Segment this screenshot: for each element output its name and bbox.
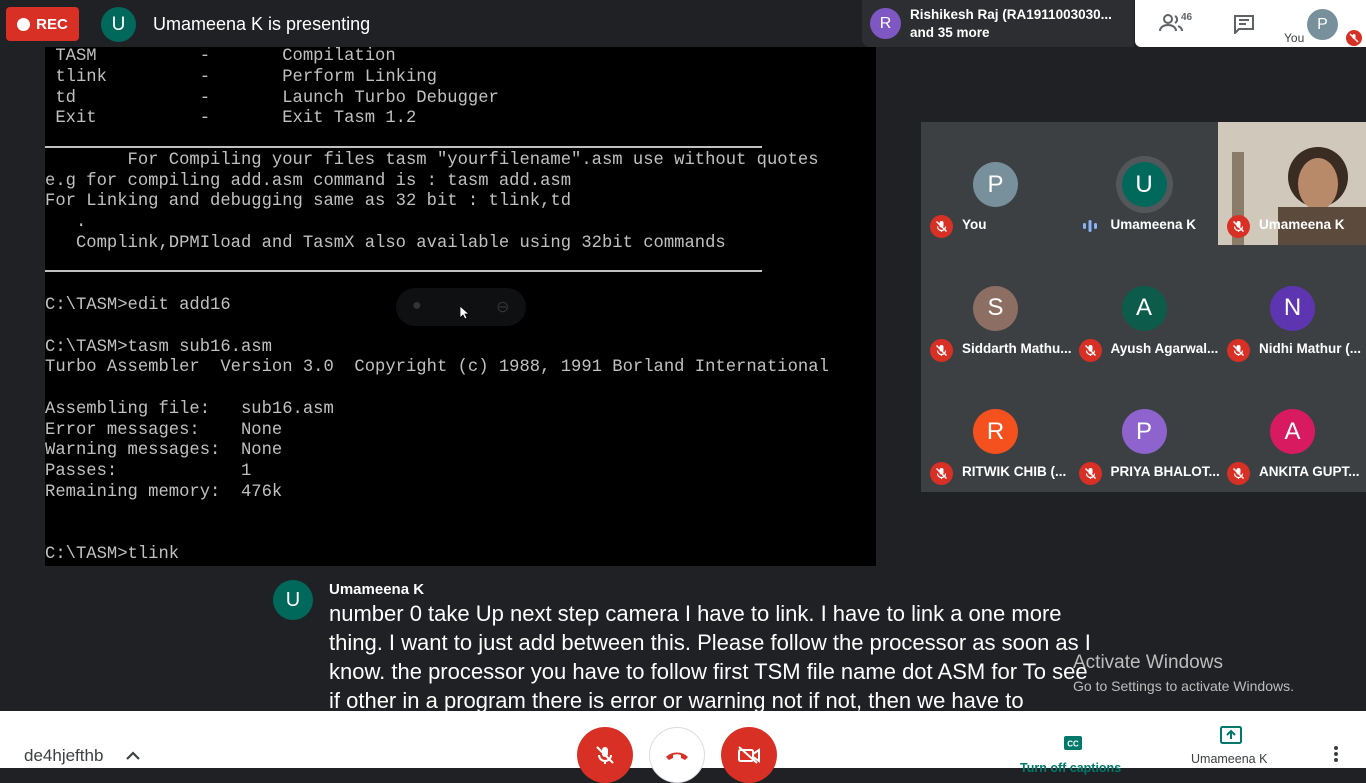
participant-name: Umameena K bbox=[1259, 217, 1345, 232]
present-icon bbox=[1220, 726, 1242, 744]
self-avatar[interactable]: P bbox=[1307, 9, 1338, 40]
participant-avatar: S bbox=[973, 285, 1018, 331]
leave-call-button[interactable] bbox=[649, 727, 705, 783]
mic-off-indicator bbox=[1227, 462, 1250, 485]
participant-tile[interactable]: Umameena K bbox=[1218, 122, 1366, 245]
caption-speaker-name: Umameena K bbox=[329, 581, 425, 598]
participant-name: Ayush Agarwal... bbox=[1110, 340, 1219, 356]
mic-off-icon bbox=[936, 221, 947, 232]
remove-icon[interactable]: ⊖ bbox=[496, 297, 509, 317]
participant-avatar: P bbox=[1121, 409, 1167, 454]
self-label: You bbox=[1284, 31, 1305, 45]
participant-name: PRIYA BHALOT... bbox=[1110, 464, 1220, 479]
participant-tile[interactable]: N Nidhi Mathur (... bbox=[1218, 246, 1366, 369]
mouse-cursor bbox=[459, 305, 471, 325]
captions-icon: CC bbox=[1064, 736, 1082, 750]
presenting-button[interactable] bbox=[1220, 726, 1242, 749]
participant-avatar: A bbox=[1121, 285, 1167, 331]
record-dot-icon bbox=[17, 17, 31, 31]
participant-name: RITWIK CHIB (... bbox=[962, 464, 1067, 479]
mic-off-indicator bbox=[930, 215, 953, 238]
mic-off-icon bbox=[936, 344, 947, 356]
participant-name: Nidhi Mathur (... bbox=[1259, 340, 1361, 356]
windows-activation-watermark: Activate Windows Go to Settings to activ… bbox=[1073, 652, 1294, 694]
participant-grid: P You U Umameena K Umameena K S Siddarth Mathu… bbox=[921, 122, 1366, 492]
chevron-up-icon bbox=[126, 751, 140, 760]
mic-off-icon bbox=[1233, 344, 1244, 356]
rec-label: REC bbox=[36, 15, 68, 33]
mic-off-indicator bbox=[930, 338, 953, 362]
terminal-divider bbox=[45, 270, 762, 272]
watermark-subtitle: Go to Settings to activate Windows. bbox=[1073, 678, 1294, 694]
participant-avatar: P bbox=[973, 162, 1018, 207]
camera-off-icon bbox=[738, 746, 760, 764]
more-options-button[interactable] bbox=[1333, 745, 1339, 768]
participant-name: ANKITA GUPT... bbox=[1259, 464, 1360, 479]
chat-icon bbox=[1234, 15, 1254, 36]
mic-toggle-button[interactable] bbox=[577, 727, 633, 783]
presenting-label: Umameena K bbox=[1191, 752, 1268, 766]
participant-name: Umameena K bbox=[1110, 217, 1197, 232]
captions-button[interactable]: CC bbox=[1063, 735, 1083, 756]
mic-off-indicator bbox=[930, 462, 953, 485]
meeting-code[interactable]: de4hjefthb bbox=[24, 746, 103, 766]
participant-tile[interactable]: A Ayush Agarwal... bbox=[1070, 246, 1218, 369]
presenting-text: Umameena K is presenting bbox=[153, 14, 371, 34]
mic-off-icon bbox=[1349, 33, 1359, 43]
mic-off-icon bbox=[1084, 468, 1096, 479]
caption-speaker-avatar: U bbox=[273, 580, 313, 620]
joiner-avatar: R bbox=[870, 8, 901, 39]
participant-tile[interactable]: U Umameena K bbox=[1070, 122, 1218, 245]
participant-avatar: R bbox=[973, 409, 1018, 454]
end-call-icon bbox=[666, 752, 688, 760]
participant-name: You bbox=[962, 217, 987, 232]
mic-off-icon bbox=[936, 468, 947, 479]
participant-count: 46 bbox=[1181, 12, 1193, 23]
self-mic-off bbox=[1346, 30, 1362, 46]
chat-button[interactable] bbox=[1233, 14, 1255, 39]
meeting-details-toggle[interactable] bbox=[125, 748, 141, 766]
mic-off-indicator bbox=[1227, 338, 1250, 362]
participant-avatar: A bbox=[1270, 409, 1315, 454]
mic-off-indicator bbox=[1078, 338, 1102, 362]
more-vert-icon bbox=[1334, 746, 1338, 762]
join-notification-text: Rishikesh Raj (RA1911003030... and 35 mo… bbox=[910, 6, 1112, 42]
participant-tile[interactable]: R RITWIK CHIB (... bbox=[921, 369, 1069, 492]
participant-tile[interactable]: A ANKITA GUPT... bbox=[1218, 369, 1366, 492]
pin-icon[interactable]: ● bbox=[412, 297, 422, 315]
mic-off-icon bbox=[1233, 468, 1244, 479]
mic-off-indicator bbox=[1227, 215, 1250, 238]
svg-text:CC: CC bbox=[1067, 740, 1079, 749]
participant-avatar: N bbox=[1270, 285, 1315, 331]
mic-off-icon bbox=[1233, 221, 1244, 232]
mic-off-icon bbox=[596, 746, 614, 764]
watermark-title: Activate Windows bbox=[1073, 652, 1223, 673]
camera-toggle-button[interactable] bbox=[721, 727, 777, 783]
terminal-divider bbox=[45, 146, 762, 148]
participant-tile[interactable]: P You bbox=[921, 122, 1069, 245]
audio-wave-icon bbox=[1082, 220, 1097, 232]
mic-off-indicator bbox=[1078, 462, 1102, 485]
participant-avatar: U bbox=[1121, 162, 1167, 207]
recording-indicator: REC bbox=[6, 7, 79, 41]
captions-label[interactable]: Turn off captions bbox=[1020, 761, 1121, 775]
participant-name: Siddarth Mathu... bbox=[962, 340, 1072, 356]
joiner-more: and 35 more bbox=[910, 25, 990, 40]
speaking-indicator bbox=[1082, 219, 1098, 238]
presenter-avatar: U bbox=[101, 7, 136, 42]
joiner-name: Rishikesh Raj (RA1911003030... bbox=[910, 7, 1112, 22]
participant-tile[interactable]: S Siddarth Mathu... bbox=[921, 246, 1072, 369]
mic-off-icon bbox=[1084, 344, 1096, 356]
participant-tile[interactable]: P PRIYA BHALOT... bbox=[1070, 369, 1220, 492]
